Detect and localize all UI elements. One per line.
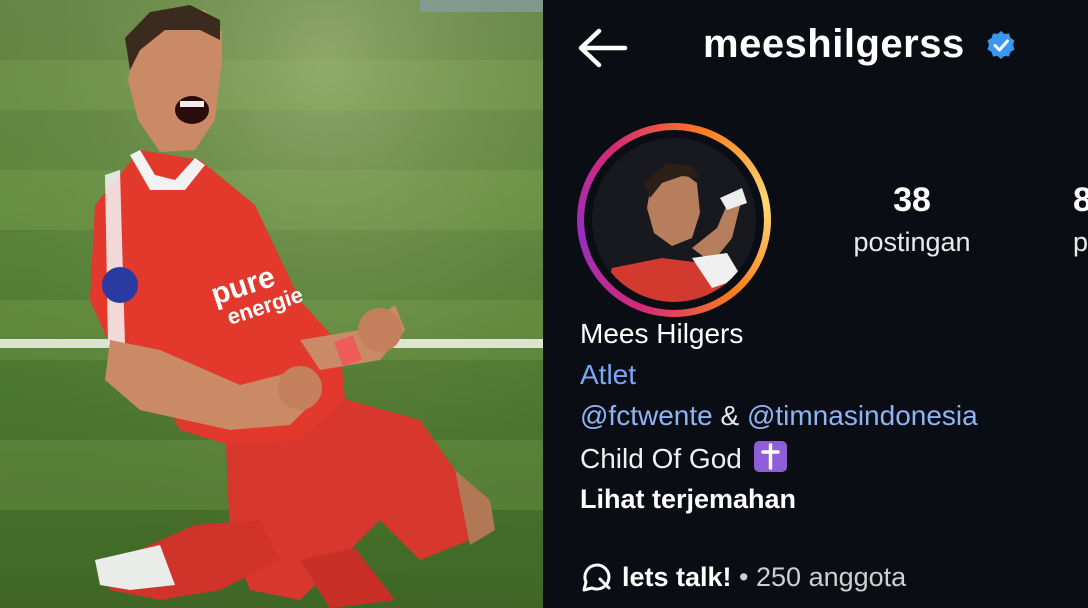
bio-line: Child Of God (580, 441, 787, 475)
avatar-photo (592, 138, 756, 302)
mention-timnasindonesia[interactable]: @timnasindonesia (747, 400, 978, 431)
channel-separator: • (731, 562, 757, 592)
broadcast-channel-icon (582, 563, 611, 592)
category-label: Atlet (580, 359, 637, 390)
posts-label: postingan (853, 227, 971, 257)
broadcast-channel[interactable]: lets talk! • 250 anggota (580, 562, 906, 593)
channel-members: 250 anggota (756, 562, 907, 592)
posts-stat[interactable]: 38 postingan (839, 180, 985, 258)
channel-name: lets talk! (622, 562, 732, 592)
verified-badge-icon (987, 31, 1015, 59)
followers-label: p (1073, 227, 1088, 257)
profile-username: meeshilgerss (703, 22, 965, 66)
followers-stat[interactable]: 8 p (1073, 180, 1088, 258)
mention-connector: & (712, 400, 747, 431)
display-name: Mees Hilgers (580, 318, 744, 349)
followers-count: 8 (1073, 181, 1088, 219)
mention-fctwente[interactable]: @fctwente (580, 400, 713, 431)
translate-link[interactable]: Lihat terjemahan (580, 484, 796, 515)
back-arrow-icon[interactable] (577, 28, 629, 68)
posts-count: 38 (893, 181, 931, 219)
instagram-profile-panel: meeshilgerss 38 postingan 8 p Mees Hilge… (543, 0, 1088, 608)
profile-avatar[interactable] (577, 123, 771, 317)
player-celebration-photo: pure energie (0, 0, 543, 608)
cross-emoji-icon (753, 441, 787, 472)
bio-text: Child Of God (580, 443, 742, 474)
bio-mentions: @fctwente & @timnasindonesia (580, 400, 978, 432)
